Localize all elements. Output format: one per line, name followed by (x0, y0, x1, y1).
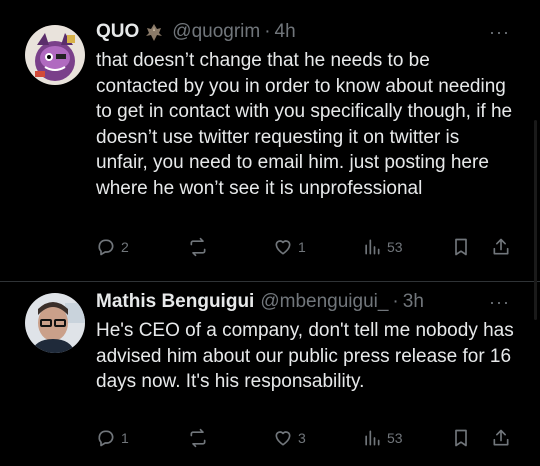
views-icon (365, 239, 380, 255)
share-icon (493, 238, 509, 255)
heart-icon (275, 240, 291, 255)
reply-button[interactable]: 2 (96, 237, 129, 257)
like-button[interactable]: 3 (273, 428, 306, 448)
timestamp[interactable]: 3h (403, 291, 424, 313)
bookmark-icon (455, 429, 467, 447)
handle[interactable]: @quogrim (172, 21, 260, 43)
bookmark-button[interactable] (451, 428, 471, 448)
retweet-icon (190, 428, 206, 448)
handle[interactable]: @mbenguigui_ (260, 291, 388, 313)
display-name[interactable]: Mathis Benguigui (96, 291, 254, 313)
reply-count: 1 (121, 430, 129, 446)
retweet-button[interactable] (187, 428, 214, 448)
avatar[interactable] (25, 293, 85, 353)
avatar[interactable] (25, 25, 85, 85)
like-button[interactable]: 1 (273, 237, 306, 257)
bookmark-button[interactable] (451, 237, 471, 257)
action-bar: 1 3 53 (96, 428, 516, 452)
separator-dot: · (264, 21, 271, 42)
timestamp[interactable]: 4h (275, 21, 296, 43)
view-count: 53 (387, 430, 403, 446)
like-count: 3 (298, 430, 306, 446)
share-button[interactable] (491, 428, 511, 448)
reply-icon (98, 239, 114, 256)
tweet-text: that doesn’t change that he needs to be … (96, 50, 513, 199)
views-icon (365, 430, 380, 446)
tweet[interactable]: QUO @quogrim · 4h ··· that doesn’t chang… (0, 0, 540, 282)
tweet-header: Mathis Benguigui @mbenguigui_ · 3h (96, 290, 424, 314)
more-options-icon[interactable]: ··· (489, 292, 510, 313)
retweet-button[interactable] (187, 237, 214, 257)
reply-icon (98, 430, 114, 447)
heart-icon (275, 431, 291, 446)
retweet-icon (190, 237, 206, 257)
like-count: 1 (298, 239, 306, 255)
tweet[interactable]: Mathis Benguigui @mbenguigui_ · 3h ··· H… (0, 282, 540, 466)
share-button[interactable] (491, 237, 511, 257)
views-button[interactable]: 53 (362, 237, 403, 257)
action-bar: 2 1 53 (96, 237, 516, 261)
reply-count: 2 (121, 239, 129, 255)
tweet-header: QUO @quogrim · 4h (96, 20, 296, 44)
more-options-icon[interactable]: ··· (489, 22, 510, 43)
tweet-text: He's CEO of a company, don't tell me nob… (96, 320, 514, 393)
views-button[interactable]: 53 (362, 428, 403, 448)
view-count: 53 (387, 239, 403, 255)
bookmark-icon (455, 238, 467, 256)
share-icon (493, 429, 509, 446)
scrollbar[interactable] (534, 120, 537, 320)
separator-dot: · (392, 291, 399, 312)
bat-emoji-icon (145, 22, 163, 42)
display-name[interactable]: QUO (96, 21, 139, 43)
reply-button[interactable]: 1 (96, 428, 129, 448)
